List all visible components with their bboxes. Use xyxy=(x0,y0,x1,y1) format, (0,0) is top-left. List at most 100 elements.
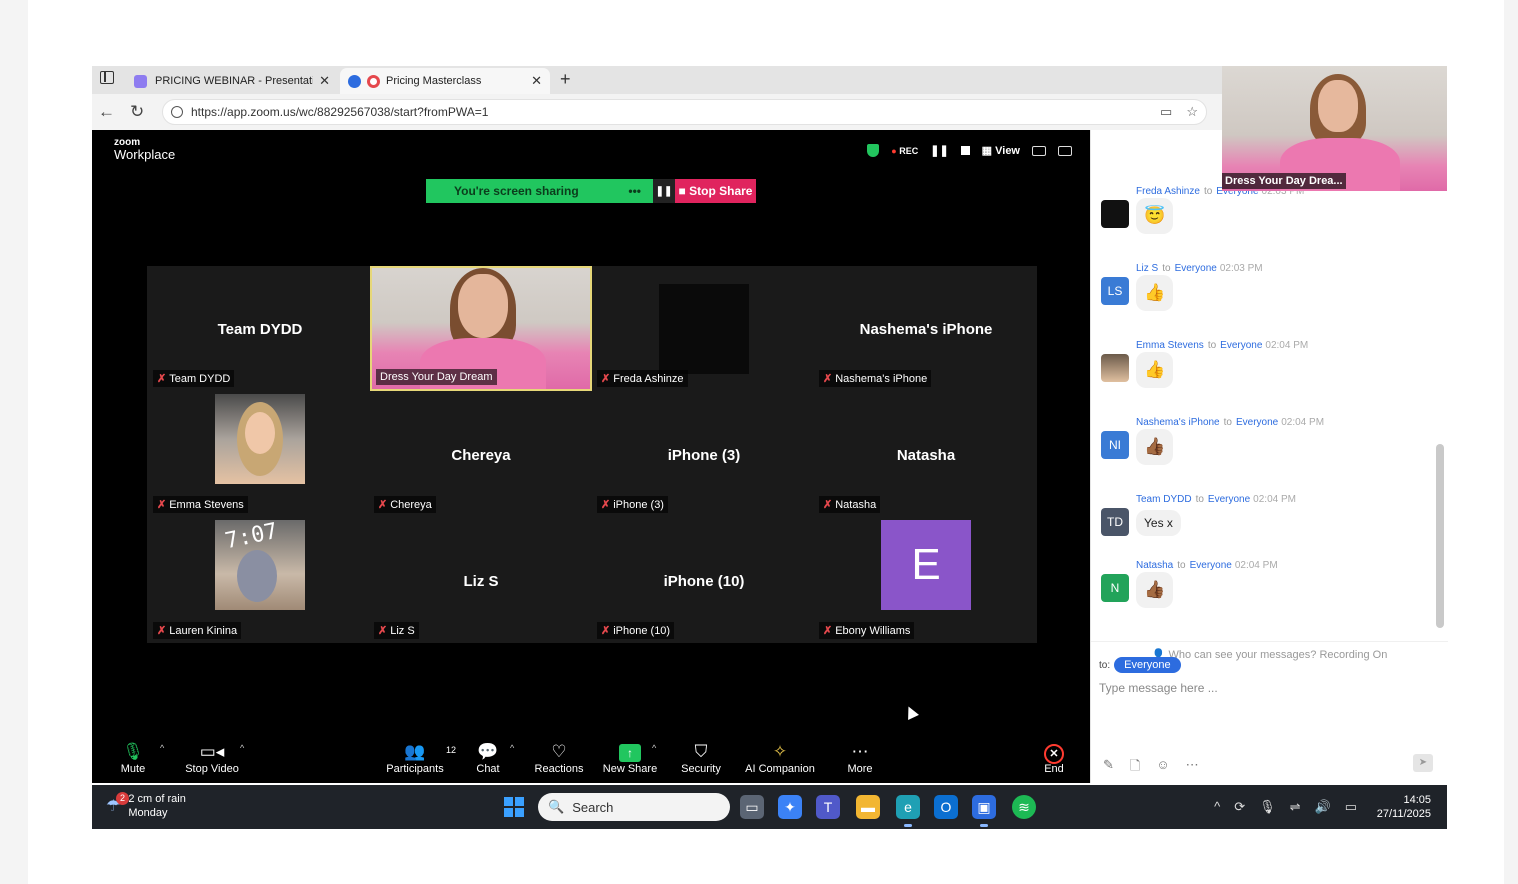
file-explorer-icon[interactable]: ▬ xyxy=(856,795,880,819)
pause-recording-icon[interactable]: ❚❚ xyxy=(930,144,948,157)
participant-tile[interactable]: Nashema's iPhone ✗ Nashema's iPhone xyxy=(815,266,1037,391)
send-icon[interactable]: ➤ xyxy=(1413,754,1433,772)
site-info-icon[interactable] xyxy=(171,106,183,118)
sender-avatar: TD xyxy=(1101,508,1129,536)
tab-pricing-webinar[interactable]: PRICING WEBINAR - Presentation ✕ xyxy=(126,68,338,94)
file-icon[interactable]: 🗋 xyxy=(1130,757,1140,779)
stop-share-button[interactable]: ■ Stop Share xyxy=(675,179,756,203)
chat-options-chevron-icon[interactable]: ^ xyxy=(510,743,514,753)
participant-tile[interactable]: 7:07 ✗ Lauren Kinina xyxy=(149,518,371,643)
recipient-row: to: Everyone xyxy=(1099,657,1181,673)
participant-tile[interactable]: E ✗ Ebony Williams xyxy=(815,518,1037,643)
participant-name-center: Team DYDD xyxy=(217,321,303,338)
participant-label: ✗ Freda Ashinze xyxy=(597,370,688,387)
address-bar[interactable]: https://app.zoom.us/wc/88292567038/start… xyxy=(162,99,1207,125)
teams-icon[interactable]: T xyxy=(816,795,840,819)
reactions-button[interactable]: ♡ Reactions xyxy=(534,741,584,775)
more-button[interactable]: ⋯ More xyxy=(846,741,874,775)
participant-tile[interactable]: Team DYDD ✗ Team DYDD xyxy=(149,266,371,391)
sparkle-icon: ✧ xyxy=(772,742,788,761)
message-bubble[interactable]: Yes x xyxy=(1136,510,1181,536)
stop-video-button[interactable]: ▭◂ Stop Video xyxy=(184,741,240,775)
minimize-window-icon[interactable] xyxy=(1032,145,1046,156)
emoji-icon[interactable]: ☺ xyxy=(1156,757,1169,779)
close-tab-icon[interactable]: ✕ xyxy=(319,73,330,89)
active-speaker-tile[interactable]: Dress Your Day Dream xyxy=(370,266,592,391)
security-shield-icon: ⛉ xyxy=(694,742,708,761)
zoom-favicon-icon xyxy=(348,74,361,88)
back-icon[interactable]: ← xyxy=(98,102,115,122)
audio-options-chevron-icon[interactable]: ^ xyxy=(160,743,164,753)
battery-icon[interactable]: ▭ xyxy=(1345,799,1357,815)
windows-start-icon[interactable] xyxy=(504,797,524,817)
participant-video xyxy=(215,394,305,484)
microphone-icon: 🎙 xyxy=(122,742,144,761)
message-bubble[interactable]: 👍 xyxy=(1136,352,1174,388)
microphone-tray-icon[interactable]: 🎙 xyxy=(1259,799,1276,815)
new-tab-icon[interactable]: + xyxy=(560,69,571,90)
more-dots-icon: ⋯ xyxy=(851,742,869,761)
heart-icon: ♡ xyxy=(551,742,567,761)
page-margin-left xyxy=(0,0,28,884)
participant-name-center: Chereya xyxy=(451,447,511,464)
show-hidden-icons-chevron-icon[interactable]: ^ xyxy=(1214,799,1220,815)
message-bubble[interactable]: 👍🏾 xyxy=(1136,429,1174,465)
task-view-icon[interactable]: ▭ xyxy=(740,795,764,819)
participant-tile[interactable]: Chereya ✗ Chereya xyxy=(370,392,592,517)
pause-share-button[interactable]: ❚❚ xyxy=(653,179,675,203)
copilot-icon[interactable]: ✦ xyxy=(778,795,802,819)
chat-message-input[interactable]: Type message here ... xyxy=(1099,681,1218,695)
participant-tile[interactable]: Liz S ✗ Liz S xyxy=(370,518,592,643)
muted-mic-icon: ✗ xyxy=(157,373,167,385)
stop-recording-icon[interactable] xyxy=(960,146,970,155)
security-button[interactable]: ⛉ Security xyxy=(680,741,722,775)
format-text-icon[interactable]: ✎ xyxy=(1103,757,1114,779)
participant-tile[interactable]: ✗ Freda Ashinze xyxy=(593,266,815,391)
message-bubble[interactable]: 👍🏾 xyxy=(1136,572,1174,608)
sharing-status[interactable]: You're screen sharing ••• xyxy=(426,179,653,203)
sync-icon[interactable]: ⟳ xyxy=(1234,799,1245,815)
recipient-selector[interactable]: Everyone xyxy=(1114,657,1181,673)
message-bubble[interactable]: 👍 xyxy=(1136,275,1174,311)
self-view-name: Dress Your Day Drea... xyxy=(1222,173,1346,189)
participant-tile[interactable]: iPhone (3) ✗ iPhone (3) xyxy=(593,392,815,517)
message-bubble[interactable]: 😇 xyxy=(1136,198,1174,234)
more-options-icon[interactable]: ••• xyxy=(628,184,641,198)
encryption-shield-icon[interactable] xyxy=(867,144,880,157)
participant-label: ✗ Team DYDD xyxy=(153,370,235,387)
fullscreen-icon[interactable] xyxy=(1058,145,1072,156)
outlook-icon[interactable]: O xyxy=(934,795,958,819)
participant-tile[interactable]: iPhone (10) ✗ iPhone (10) xyxy=(593,518,815,643)
chat-button[interactable]: 💬 Chat xyxy=(474,741,502,775)
page-margin-right xyxy=(1504,0,1518,884)
video-options-chevron-icon[interactable]: ^ xyxy=(240,743,244,753)
taskbar-clock[interactable]: 14:05 27/11/2025 xyxy=(1377,793,1431,821)
participants-button[interactable]: 👥 12 Participants xyxy=(386,741,456,775)
camera-indicator-icon[interactable]: ▭ xyxy=(1160,104,1172,120)
participant-tile[interactable]: ✗ Emma Stevens xyxy=(149,392,371,517)
network-icon[interactable]: ⇌ xyxy=(1290,799,1301,815)
new-share-button[interactable]: ↑ New Share xyxy=(602,741,658,775)
bookmark-star-icon[interactable]: ☆ xyxy=(1186,104,1198,120)
volume-icon[interactable]: 🔊 xyxy=(1315,799,1331,815)
refresh-icon[interactable]: ↻ xyxy=(130,102,144,122)
video-camera-icon: ▭◂ xyxy=(199,742,225,761)
spotify-icon[interactable]: ≋ xyxy=(1012,795,1036,819)
zoom-app-icon[interactable]: ▣ xyxy=(972,795,996,827)
ai-companion-button[interactable]: ✧ AI Companion xyxy=(744,741,816,775)
chat-scrollbar[interactable] xyxy=(1436,444,1444,628)
taskbar-search[interactable]: 🔍 Search xyxy=(538,793,730,821)
mute-button[interactable]: 🎙 Mute xyxy=(118,741,148,775)
participant-tile[interactable]: Natasha ✗ Natasha xyxy=(815,392,1037,517)
self-view-video[interactable]: Dress Your Day Drea... xyxy=(1222,66,1447,191)
end-button[interactable]: ✕ End xyxy=(1042,741,1066,775)
edge-browser-icon[interactable]: e xyxy=(896,795,920,827)
share-options-chevron-icon[interactable]: ^ xyxy=(652,743,656,753)
tab-actions-icon[interactable] xyxy=(100,71,114,84)
more-options-icon[interactable]: ⋯ xyxy=(1186,757,1199,779)
close-tab-icon[interactable]: ✕ xyxy=(531,73,542,89)
tab-pricing-masterclass[interactable]: Pricing Masterclass ✕ xyxy=(340,68,550,94)
weather-widget[interactable]: ☂ 2 2 cm of rain Monday xyxy=(106,792,186,820)
view-button[interactable]: ▦ View xyxy=(982,144,1020,157)
message-meta: Natasha to Everyone 02:04 PM xyxy=(1136,560,1278,571)
